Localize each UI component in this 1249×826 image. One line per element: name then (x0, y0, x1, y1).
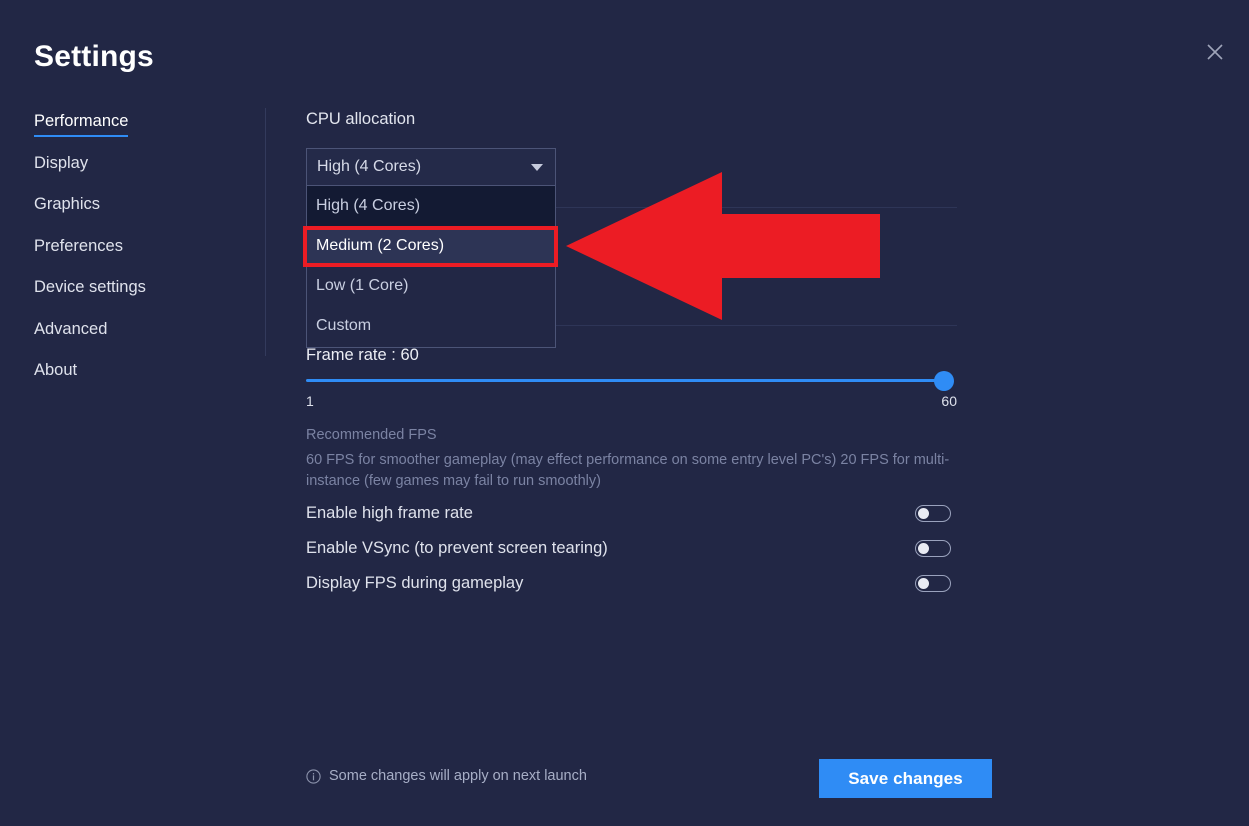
footer-note: Some changes will apply on next launch (306, 768, 587, 784)
toggle-knob (918, 507, 929, 519)
footer-note-text: Some changes will apply on next launch (329, 768, 587, 784)
sidebar-item-device-settings[interactable]: Device settings (34, 279, 146, 303)
close-button[interactable] (1199, 36, 1231, 68)
sidebar-item-about[interactable]: About (34, 362, 77, 386)
slider-thumb[interactable] (934, 371, 954, 391)
left-arrow-annotation-icon (566, 172, 880, 320)
save-changes-button[interactable]: Save changes (819, 759, 992, 798)
close-icon (1205, 42, 1225, 62)
dropdown-option-custom[interactable]: Custom (307, 306, 555, 346)
sidebar-item-preferences[interactable]: Preferences (34, 237, 123, 262)
recommended-fps-title: Recommended FPS (306, 427, 437, 443)
cpu-allocation-label: CPU allocation (306, 110, 416, 128)
chevron-down-icon (531, 163, 543, 171)
recommended-fps-description: 60 FPS for smoother gameplay (may effect… (306, 452, 950, 490)
dropdown-option-high[interactable]: High (4 Cores) (307, 186, 555, 226)
sidebar-item-graphics[interactable]: Graphics (34, 196, 100, 220)
dropdown-option-low[interactable]: Low (1 Core) (307, 266, 555, 306)
sidebar-item-performance[interactable]: Performance (34, 113, 129, 137)
frame-rate-label: Frame rate : 60 (306, 346, 419, 364)
setting-label: Display FPS during gameplay (306, 573, 524, 592)
dropdown-option-medium[interactable]: Medium (2 Cores) (307, 226, 555, 266)
sidebar-item-display[interactable]: Display (34, 154, 88, 179)
slider-max-label: 60 (941, 393, 957, 409)
sidebar-content-divider (265, 108, 266, 356)
setting-label: Enable VSync (to prevent screen tearing) (306, 538, 608, 557)
frame-rate-slider[interactable] (306, 371, 957, 391)
page-title: Settings (34, 40, 154, 73)
toggle-display-fps[interactable] (915, 574, 951, 592)
toggle-vsync[interactable] (915, 539, 951, 557)
cpu-allocation-selected-value: High (4 Cores) (317, 158, 422, 175)
cpu-allocation-dropdown[interactable]: High (4 Cores) Medium (2 Cores) Low (1 C… (306, 186, 556, 348)
settings-sidebar: Performance Display Graphics Preferences… (34, 113, 244, 404)
slider-track (306, 379, 943, 382)
toggle-knob (918, 577, 929, 589)
setting-row-vsync: Enable VSync (to prevent screen tearing) (306, 535, 951, 561)
setting-row-display-fps: Display FPS during gameplay (306, 570, 951, 596)
toggle-knob (918, 542, 929, 554)
toggle-high-frame-rate[interactable] (915, 504, 951, 522)
setting-label: Enable high frame rate (306, 503, 473, 522)
setting-row-high-frame-rate: Enable high frame rate (306, 500, 951, 526)
sidebar-item-advanced[interactable]: Advanced (34, 320, 107, 345)
info-icon (306, 768, 321, 784)
cpu-allocation-select[interactable]: High (4 Cores) (306, 148, 556, 186)
